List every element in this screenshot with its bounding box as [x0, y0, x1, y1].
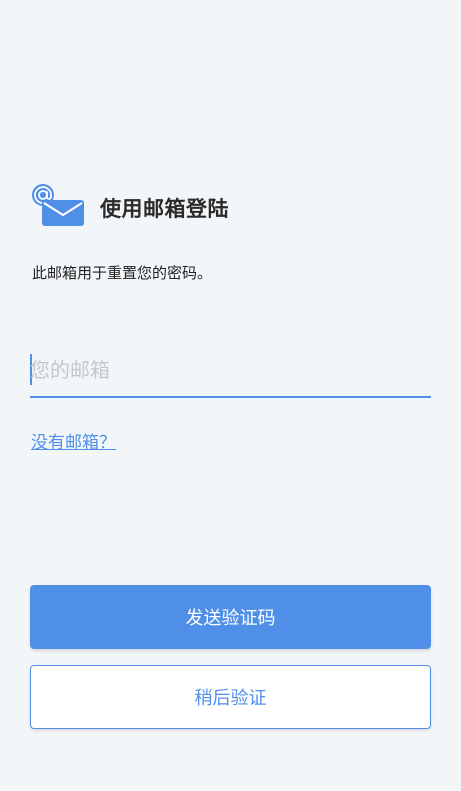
send-code-button[interactable]: 发送验证码 — [30, 585, 431, 649]
email-field-container[interactable] — [30, 346, 431, 398]
email-field[interactable] — [30, 352, 431, 388]
mail-at-icon — [32, 184, 84, 226]
page-title: 使用邮箱登陆 — [100, 197, 229, 221]
no-email-link[interactable]: 没有邮箱？ — [31, 428, 116, 453]
login-header: 使用邮箱登陆 — [32, 184, 229, 228]
page-subtitle: 此邮箱用于重置您的密码。 — [32, 264, 213, 282]
verify-later-button[interactable]: 稍后验证 — [30, 665, 431, 729]
